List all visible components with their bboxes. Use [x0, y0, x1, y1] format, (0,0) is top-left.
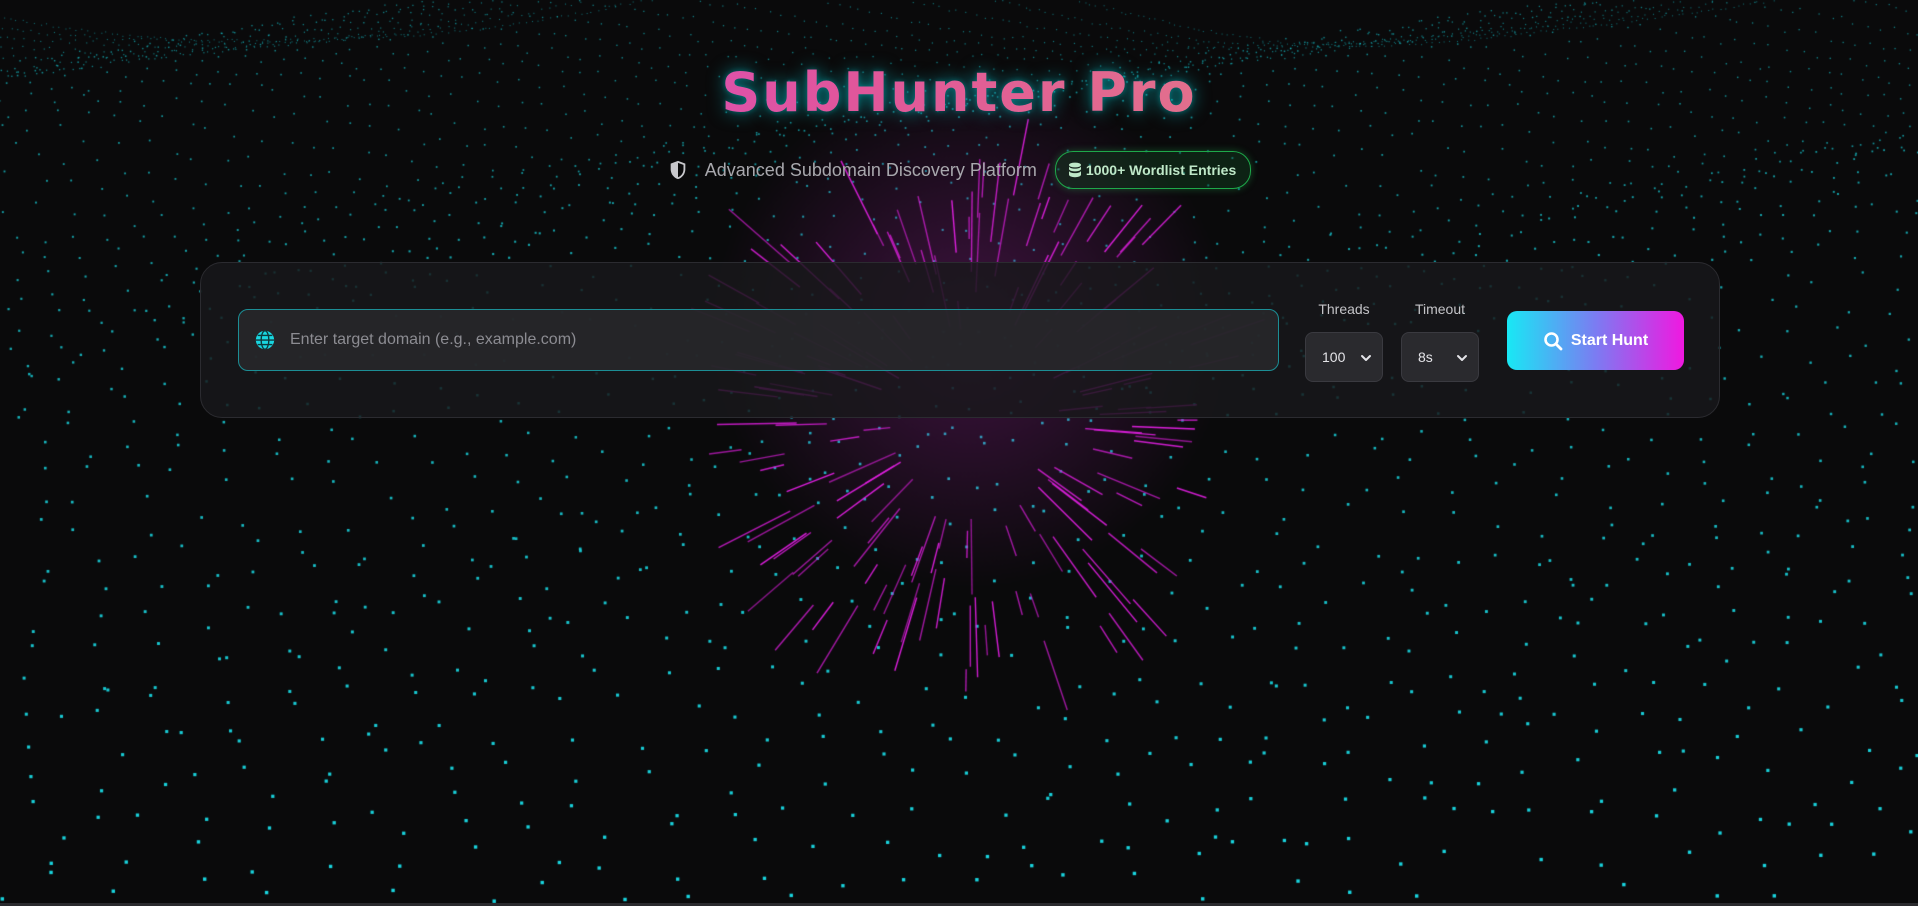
app-title: SubHunter Pro	[0, 58, 1918, 128]
start-hunt-label: Start Hunt	[1570, 331, 1649, 349]
threads-label: Threads	[1318, 301, 1370, 317]
wordlist-badge: 1000+ Wordlist Entries	[1054, 151, 1252, 189]
domain-input[interactable]	[288, 309, 1278, 371]
start-hunt-button[interactable]: Start Hunt	[1507, 311, 1684, 370]
timeout-value: 8s	[1418, 349, 1433, 365]
chevron-down-icon	[1457, 355, 1467, 361]
subtitle-text: Advanced Subdomain Discovery Platform	[704, 159, 1037, 180]
domain-input-container	[238, 309, 1279, 371]
database-icon	[1068, 162, 1081, 178]
search-panel: Threads 100 Timeout 8s Start Hunt	[200, 262, 1720, 418]
wordlist-badge-label: 1000+ Wordlist Entries	[1085, 162, 1237, 178]
chevron-down-icon	[1361, 355, 1371, 361]
search-icon	[1544, 331, 1563, 350]
particle-background	[0, 0, 1918, 906]
timeout-select[interactable]: 8s	[1401, 332, 1479, 382]
timeout-label: Timeout	[1414, 301, 1466, 317]
globe-icon	[255, 330, 275, 350]
threads-value: 100	[1322, 349, 1346, 365]
shield-icon	[670, 160, 686, 180]
subtitle-row: Advanced Subdomain Discovery Platform 10…	[0, 150, 1918, 190]
app-stage: SubHunter Pro SubHunter Pro Advanced Sub…	[0, 0, 1918, 906]
threads-select[interactable]: 100	[1305, 332, 1383, 382]
